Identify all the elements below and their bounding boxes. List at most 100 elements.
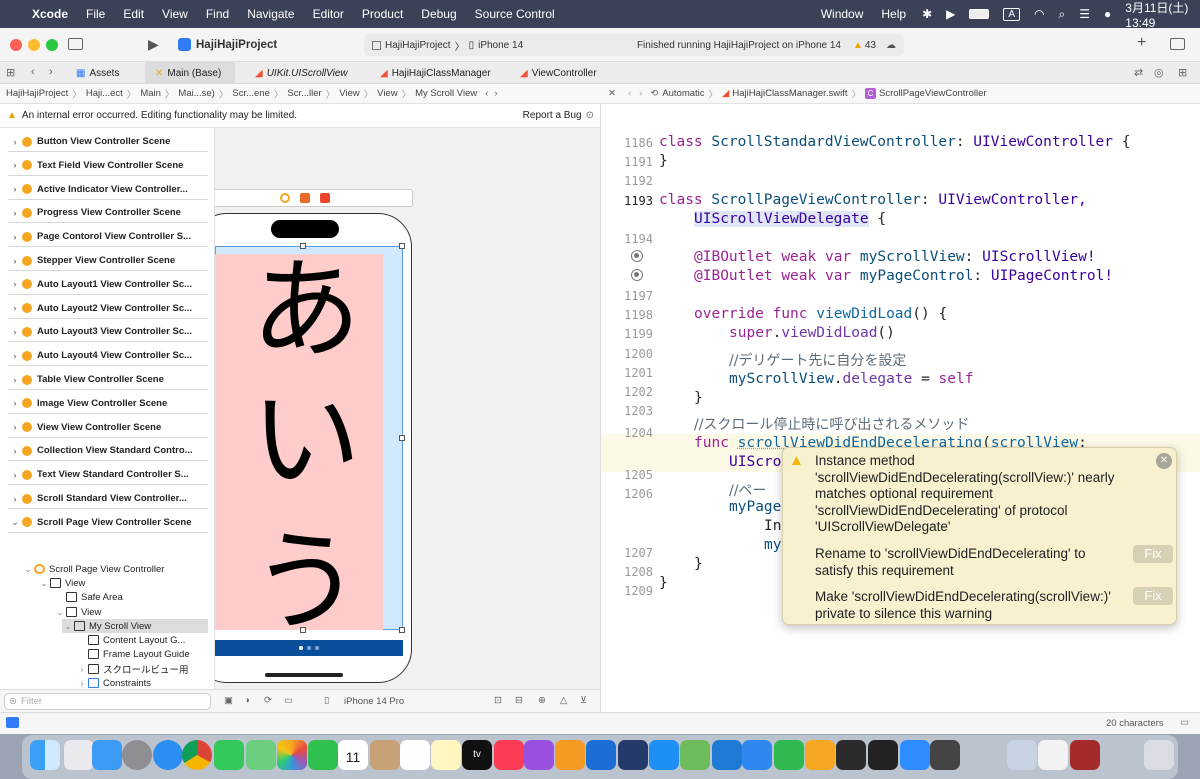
control-center-icon[interactable]: ☰ (1072, 0, 1097, 28)
pin-icon[interactable]: ⊕ (538, 695, 546, 706)
outline-tree-item[interactable]: ⌄ Scroll Page View Controller (22, 562, 165, 576)
menu-file[interactable]: File (77, 7, 114, 21)
menu-navigate[interactable]: Navigate (238, 7, 303, 21)
grid-icon[interactable]: ⊞ (6, 66, 15, 79)
reminders-icon[interactable] (400, 740, 430, 770)
textedit-icon[interactable] (1038, 740, 1068, 770)
sidebar-toggle-icon[interactable] (68, 38, 83, 50)
android-studio-icon[interactable] (680, 740, 710, 770)
minimize-button[interactable] (28, 39, 40, 51)
tab-main-base[interactable]: ✕ Main (Base) (145, 62, 235, 84)
menu-find[interactable]: Find (197, 7, 238, 21)
calendar-icon[interactable]: 11 (338, 740, 368, 770)
selection-handle[interactable] (399, 627, 405, 633)
add-icon[interactable]: + (1137, 34, 1146, 52)
music-icon[interactable] (494, 740, 524, 770)
jump-automatic[interactable]: Automatic (662, 88, 704, 99)
chevron-right-icon[interactable]: › (8, 303, 22, 313)
chevron-right-icon[interactable]: › (8, 375, 22, 385)
menu-view[interactable]: View (153, 7, 197, 21)
refresh-icon[interactable]: ⇄ (1134, 66, 1143, 79)
outline-scene-item[interactable]: › Auto Layout1 View Controller Sc... (8, 275, 208, 295)
close-button[interactable] (10, 39, 22, 51)
tab-view-controller[interactable]: ◢ ViewController (510, 62, 607, 84)
menu-edit[interactable]: Edit (114, 7, 153, 21)
embed-icon[interactable]: ⊻ (580, 695, 587, 706)
jump-prev-icon[interactable]: ‹ (485, 88, 488, 99)
chevron-right-icon[interactable]: › (8, 422, 22, 432)
bluetooth-icon[interactable]: ✱ (915, 0, 939, 28)
scene-dock[interactable] (215, 189, 413, 207)
outline-tree-item[interactable]: ⌄ View (54, 605, 102, 619)
chrome-icon[interactable] (182, 740, 212, 770)
outline-scene-item[interactable]: › Text Field View Controller Scene (8, 156, 208, 176)
exit-icon[interactable] (320, 193, 330, 203)
page-control[interactable] (215, 640, 403, 656)
popover-close-icon[interactable]: ✕ (1156, 453, 1172, 469)
interface-builder-canvas[interactable]: あ い う (215, 128, 600, 689)
trash-icon[interactable] (1144, 740, 1174, 770)
tab-assets[interactable]: ▦ Assets (66, 62, 129, 84)
terminal-icon[interactable] (868, 740, 898, 770)
chevron-right-icon[interactable]: › (76, 679, 88, 688)
tab-hajihaji-class-manager[interactable]: ◢ HajiHajiClassManager (370, 62, 501, 84)
fix-button[interactable]: Fix (1133, 587, 1173, 605)
outline-scene-item[interactable]: › Table View Controller Scene (8, 370, 208, 390)
chevron-right-icon[interactable]: › (76, 665, 88, 674)
instruments-icon[interactable] (618, 740, 648, 770)
system-settings-icon[interactable] (122, 740, 152, 770)
messages-icon[interactable] (214, 740, 244, 770)
cloud-icon[interactable]: ☁ (886, 40, 896, 51)
fix-button[interactable]: Fix (1133, 545, 1173, 563)
jump-view-2[interactable]: View (377, 88, 397, 99)
notes-icon[interactable] (431, 740, 461, 770)
finder-icon[interactable] (30, 740, 60, 770)
jump-controller[interactable]: Scr...ller (287, 88, 321, 99)
outline-tree-item[interactable]: Frame Layout Guide (76, 647, 190, 661)
vscode-icon[interactable] (712, 740, 742, 770)
chevron-down-icon[interactable]: ⌄ (8, 517, 22, 528)
warning-count[interactable]: ▲ 43 (853, 40, 876, 51)
chevron-right-icon[interactable]: › (8, 398, 22, 408)
scheme-selector[interactable]: HajiHajiProject 〉 (372, 38, 465, 53)
outline-scene-item[interactable]: › Image View Controller Scene (8, 394, 208, 414)
chevron-right-icon[interactable]: › (8, 137, 22, 147)
tv-icon[interactable]: tv (462, 740, 492, 770)
close-editor-icon[interactable]: ✕ (608, 88, 616, 99)
outline-scene-item[interactable]: › Text View Standard Controller S... (8, 465, 208, 486)
menu-editor[interactable]: Editor (304, 7, 353, 21)
books-icon[interactable] (555, 740, 585, 770)
mail-icon[interactable] (92, 740, 122, 770)
outline-scene-item[interactable]: › View View Controller Scene (8, 418, 208, 438)
related-items-icon[interactable]: ⟲ (650, 88, 658, 99)
play-circle-icon[interactable]: ▶ (939, 0, 962, 28)
zoom-icon[interactable] (900, 740, 930, 770)
pages-icon[interactable] (805, 740, 835, 770)
launchpad-icon[interactable] (64, 740, 94, 770)
outline-scene-item[interactable]: › Button View Controller Scene (8, 132, 208, 152)
appearance-icon[interactable]: ◑ (244, 695, 250, 706)
safari-icon[interactable] (153, 740, 183, 770)
dictionary-icon[interactable] (1070, 740, 1100, 770)
jump-next-icon[interactable]: › (494, 88, 497, 99)
orientation-icon[interactable]: ⟳ (264, 695, 272, 706)
outline-scene-item[interactable]: › Stepper View Controller Scene (8, 251, 208, 271)
zoom-button[interactable] (46, 39, 58, 51)
chevron-right-icon[interactable]: › (8, 351, 22, 361)
outline-scene-item[interactable]: › Progress View Controller Scene (8, 203, 208, 224)
outline-tree-item[interactable]: › スクロールビュー用 (76, 662, 189, 676)
zoom-fit-icon[interactable]: ⊡ (494, 695, 502, 706)
menu-debug[interactable]: Debug (412, 7, 465, 21)
chevron-down-icon[interactable]: ⌄ (22, 565, 34, 574)
device-label[interactable]: iPhone 14 Pro (344, 696, 404, 707)
selection-handle[interactable] (399, 243, 405, 249)
outline-scene-item[interactable]: › Scroll Standard View Controller... (8, 489, 208, 509)
back-icon[interactable]: ‹ (31, 66, 35, 78)
inspector-toggle-icon[interactable] (1170, 38, 1185, 50)
chevron-right-icon[interactable]: › (8, 327, 22, 337)
jump-hajihaji-project[interactable]: HajiHajiProject (6, 88, 68, 99)
outline-tree-item[interactable]: ⌄ View (38, 576, 86, 590)
outline-toggle-icon[interactable]: ▣ (224, 695, 233, 706)
outline-tree-item[interactable]: Content Layout G... (76, 633, 185, 647)
navigator-toggle-icon[interactable] (6, 717, 19, 728)
